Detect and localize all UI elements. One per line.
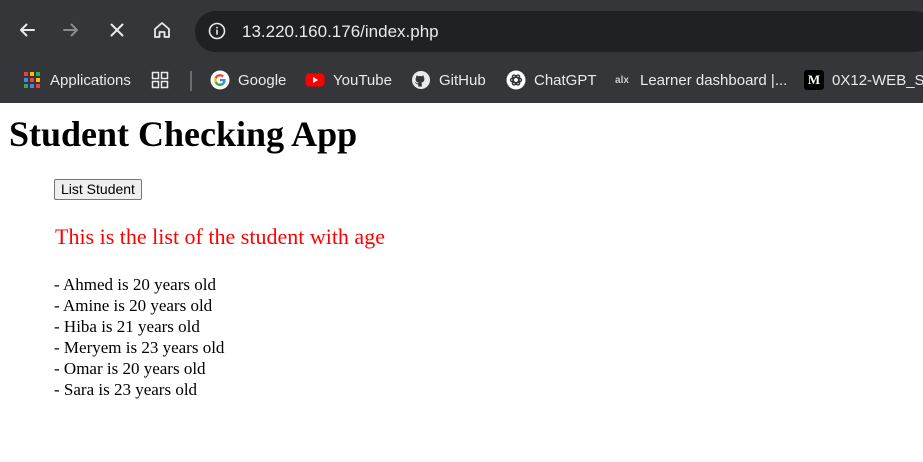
forward-button[interactable]: [57, 16, 85, 44]
student-list-item: - Hiba is 21 years old: [54, 317, 200, 336]
bookmark-tab-groups[interactable]: [150, 66, 178, 94]
student-list: - Ahmed is 20 years old - Amine is 20 ye…: [54, 274, 224, 400]
browser-toolbar: 13.220.160.176/index.php: [0, 0, 923, 62]
student-list-item: - Ahmed is 20 years old: [54, 275, 216, 294]
page-content: Student Checking App List Student This i…: [0, 103, 923, 462]
page-title: Student Checking App: [9, 114, 358, 154]
medium-icon: M: [804, 70, 824, 90]
site-info-button[interactable]: [208, 22, 226, 40]
bookmark-youtube[interactable]: YouTube: [305, 66, 392, 94]
bookmark-github[interactable]: GitHub: [411, 66, 486, 94]
bookmarks-divider: [190, 71, 192, 91]
back-button[interactable]: [13, 16, 41, 44]
student-list-subtitle: This is the list of the student with age: [55, 224, 385, 249]
apps-grid-icon: [22, 70, 42, 90]
student-list-item: - Omar is 20 years old: [54, 359, 206, 378]
bookmark-label: Applications: [50, 71, 131, 89]
student-list-item: - Amine is 20 years old: [54, 296, 213, 315]
github-icon: [411, 70, 431, 90]
bookmark-applications[interactable]: Applications: [22, 66, 131, 94]
stop-button[interactable]: [103, 16, 131, 44]
bookmark-label: YouTube: [333, 71, 392, 89]
url-text[interactable]: 13.220.160.176/index.php: [242, 21, 439, 43]
bookmark-label: Google: [238, 71, 287, 89]
arrow-right-icon: [63, 23, 78, 37]
browser-chrome: 13.220.160.176/index.php Applications Go…: [0, 0, 923, 103]
student-list-item: - Meryem is 23 years old: [54, 338, 225, 357]
info-icon: [208, 22, 226, 40]
home-button[interactable]: [148, 16, 176, 44]
bookmark-chatgpt[interactable]: ChatGPT: [506, 66, 597, 94]
address-bar[interactable]: 13.220.160.176/index.php: [195, 11, 923, 52]
close-icon: [110, 23, 124, 37]
arrow-left-icon: [20, 23, 35, 37]
list-student-button[interactable]: List Student: [54, 179, 142, 200]
tab-groups-icon: [150, 70, 170, 90]
bookmark-label: 0X12-WEB_STA: [832, 71, 923, 89]
youtube-icon: [305, 70, 325, 90]
bookmark-label: GitHub: [439, 71, 486, 89]
bookmark-label: ChatGPT: [534, 71, 597, 89]
google-icon: [210, 70, 230, 90]
student-list-item: - Sara is 23 years old: [54, 380, 198, 399]
bookmark-0x12-web-stack[interactable]: M 0X12-WEB_STA: [804, 66, 923, 94]
chatgpt-icon: [506, 70, 526, 90]
bookmark-google[interactable]: Google: [210, 66, 286, 94]
alx-icon: alx: [615, 74, 629, 86]
bookmarks-bar: Applications Google YouTube GitHub ChatG…: [0, 62, 923, 103]
bookmark-label: Learner dashboard |...: [640, 71, 788, 89]
home-icon: [154, 22, 170, 38]
bookmark-learner-dashboard[interactable]: alx Learner dashboard |...: [612, 66, 787, 94]
